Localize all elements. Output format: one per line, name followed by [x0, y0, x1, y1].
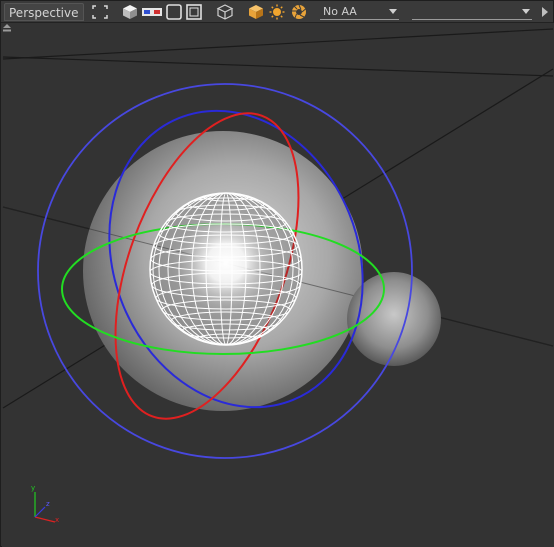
antialias-dropdown[interactable]: No AA [320, 5, 399, 20]
viewport-toolbar: Perspective No AA [1, 1, 553, 23]
scene-canvas [2, 28, 554, 523]
expand-toolbar-icon[interactable] [542, 7, 548, 17]
3d-viewport[interactable]: y z x [2, 23, 554, 547]
camera-dropdown[interactable] [412, 5, 532, 20]
perspective-view-panel: Perspective No AA y z x [0, 0, 554, 547]
frame-icon[interactable] [185, 4, 203, 20]
axis-z-label: z [46, 500, 50, 508]
stereo-glasses-icon[interactable] [141, 4, 163, 20]
axis-y-label: y [31, 484, 36, 492]
eject-icon[interactable] [2, 23, 12, 32]
cube-icon[interactable] [121, 4, 139, 20]
chevron-down-icon [389, 9, 397, 14]
aperture-icon[interactable] [289, 4, 309, 20]
shaded-cube-icon[interactable] [246, 4, 266, 20]
antialias-dropdown-value: No AA [323, 5, 357, 18]
axis-orientation-indicator [34, 492, 56, 523]
panel-title-tab[interactable]: Perspective [4, 3, 84, 21]
sun-light-icon[interactable] [267, 4, 287, 20]
wireframe-sphere[interactable] [149, 192, 303, 346]
square-icon[interactable] [165, 4, 183, 20]
axis-x-label: x [55, 516, 60, 524]
fit-view-icon[interactable] [91, 4, 109, 20]
camera-dropdown-value [412, 5, 415, 18]
wire-cube-icon[interactable] [215, 4, 235, 20]
chevron-down-icon [522, 9, 530, 14]
